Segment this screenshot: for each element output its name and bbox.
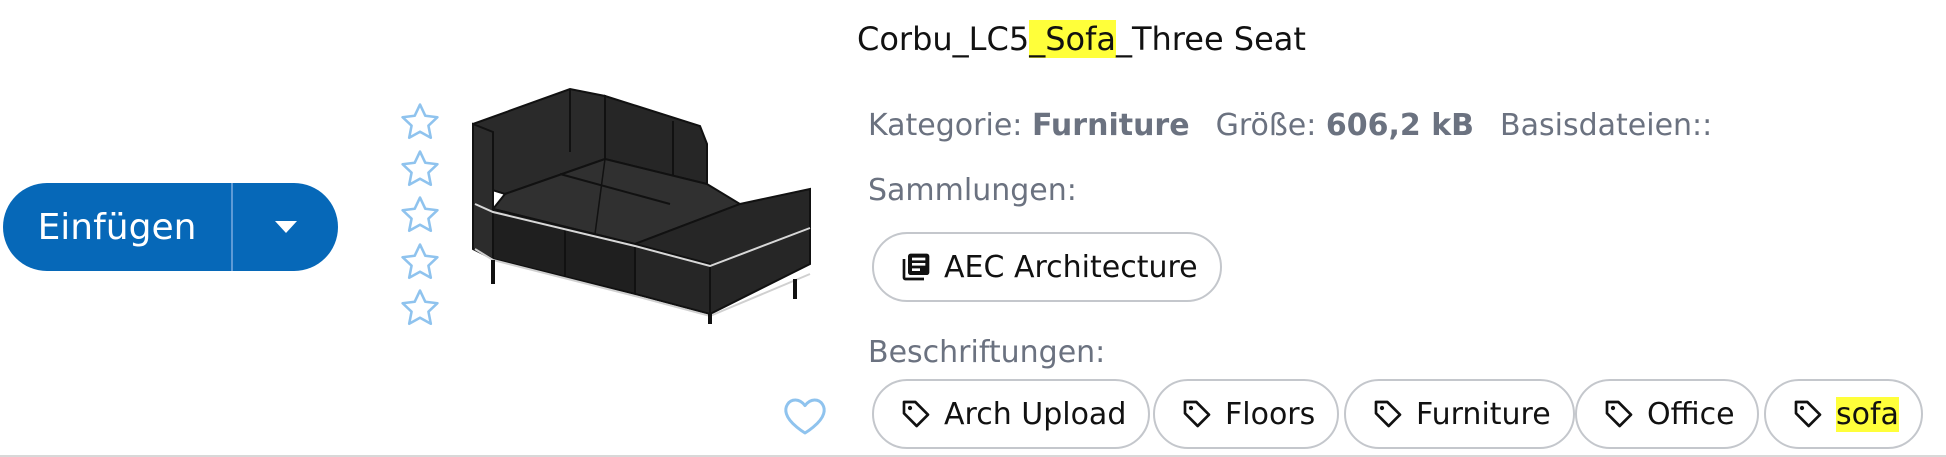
collections-label: Sammlungen: (868, 173, 1077, 208)
library-icon (902, 253, 930, 281)
star-outline-icon[interactable] (398, 240, 442, 284)
tag-icon (1183, 400, 1211, 428)
rating-stars (398, 100, 442, 333)
tag-chip-floors[interactable]: Floors (1153, 379, 1340, 449)
tag-icon (902, 400, 930, 428)
tag-icon (1374, 400, 1402, 428)
tag-label: Floors (1225, 396, 1316, 432)
title-part: Corbu_LC5 (857, 20, 1030, 58)
category-value: Furniture (1031, 108, 1190, 143)
item-meta: Kategorie: Furniture Größe: 606,2 kB Basis… (868, 108, 1712, 143)
title-highlight: _Sofa (1029, 20, 1116, 58)
tag-icon (1794, 400, 1822, 428)
collection-label: AEC Architecture (944, 249, 1198, 285)
sofa-thumbnail[interactable] (465, 84, 815, 324)
insert-split-button: Einfügen (3, 183, 338, 271)
title-part: _Three Seat (1115, 20, 1306, 58)
heart-outline-icon[interactable] (780, 392, 830, 440)
tag-label-highlighted: sofa (1836, 396, 1899, 432)
size-value: 606,2 kB (1325, 108, 1475, 143)
tag-label: Office (1647, 396, 1735, 432)
tag-label: Furniture (1416, 396, 1551, 432)
tag-icon (1605, 400, 1633, 428)
collection-chip-aec-architecture[interactable]: AEC Architecture (872, 232, 1222, 302)
tags-label: Beschriftungen: (868, 335, 1106, 370)
tag-chip-sofa[interactable]: sofa (1764, 379, 1923, 449)
star-outline-icon[interactable] (398, 193, 442, 237)
item-title: Corbu_LC5_Sofa_Three Seat (857, 20, 1306, 58)
category-label: Kategorie: (868, 108, 1023, 143)
base-files-label: Basisdateien:: (1500, 108, 1713, 143)
tag-label: Arch Upload (944, 396, 1127, 432)
star-outline-icon[interactable] (398, 100, 442, 144)
tag-chip-arch-upload[interactable]: Arch Upload (872, 379, 1151, 449)
size-label: Größe: (1215, 108, 1317, 143)
caret-down-icon (274, 221, 297, 233)
star-outline-icon[interactable] (398, 147, 442, 191)
star-outline-icon[interactable] (398, 286, 442, 330)
tag-chip-office[interactable]: Office (1575, 379, 1759, 449)
tag-chip-furniture[interactable]: Furniture (1344, 379, 1575, 449)
insert-dropdown-button[interactable] (233, 183, 338, 271)
insert-button[interactable]: Einfügen (3, 183, 233, 271)
